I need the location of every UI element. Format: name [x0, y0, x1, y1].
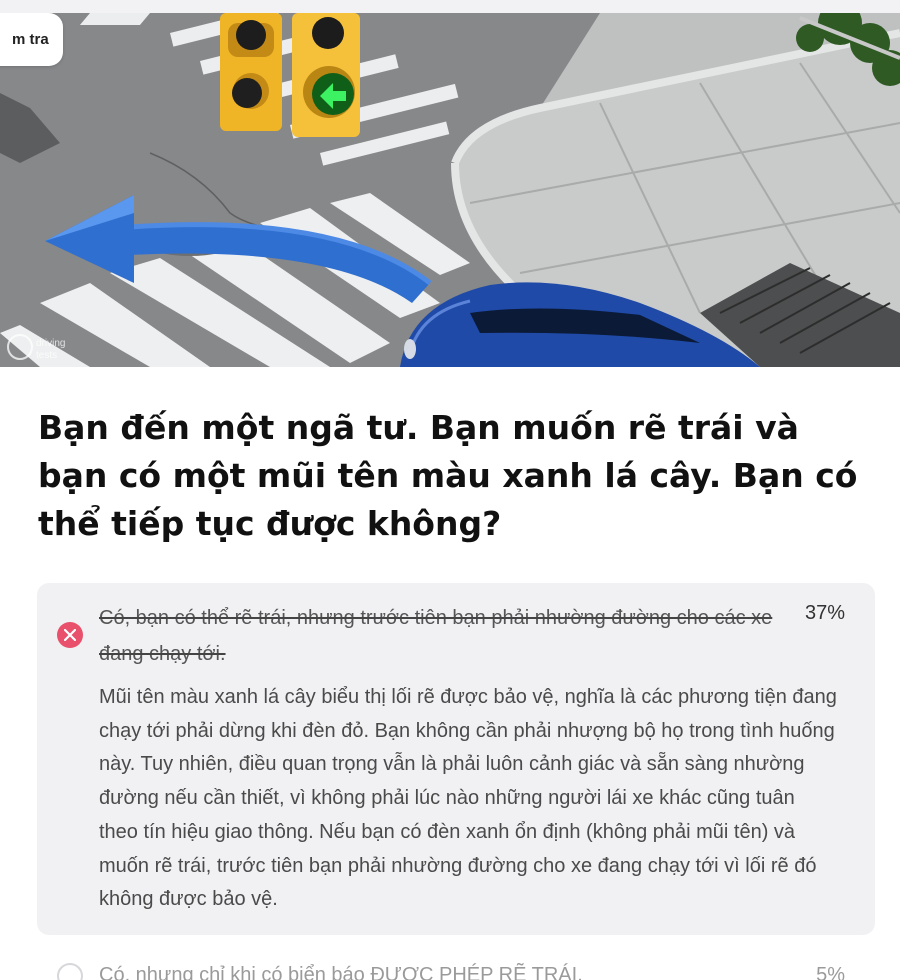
- category-tag[interactable]: m tra: [0, 13, 63, 66]
- answer-option-wrong[interactable]: Có, bạn có thể rẽ trái, nhưng trước tiên…: [37, 583, 875, 935]
- top-bar: [0, 0, 900, 13]
- answer-percent: 37%: [804, 602, 845, 624]
- question-image: driving tests m tra: [0, 13, 900, 367]
- question-text: Bạn đến một ngã tư. Bạn muốn rẽ trái và …: [38, 408, 858, 543]
- radio-button[interactable]: [57, 963, 83, 980]
- answer-text: Có, bạn có thể rẽ trái, nhưng trước tiên…: [99, 607, 773, 665]
- answer-explanation: Mũi tên màu xanh lá cây biểu thị lối rẽ …: [99, 686, 837, 911]
- answer-text: Có, nhưng chỉ khi có biển báo ĐƯỢC PHÉP …: [99, 964, 583, 980]
- svg-text:driving: driving: [36, 338, 65, 349]
- wrong-answer-icon: [57, 622, 83, 648]
- answer-percent: 5%: [816, 964, 845, 980]
- category-tag-label: m tra: [12, 31, 49, 48]
- answer-option[interactable]: Có, nhưng chỉ khi có biển báo ĐƯỢC PHÉP …: [37, 955, 875, 980]
- svg-text:tests: tests: [36, 350, 57, 361]
